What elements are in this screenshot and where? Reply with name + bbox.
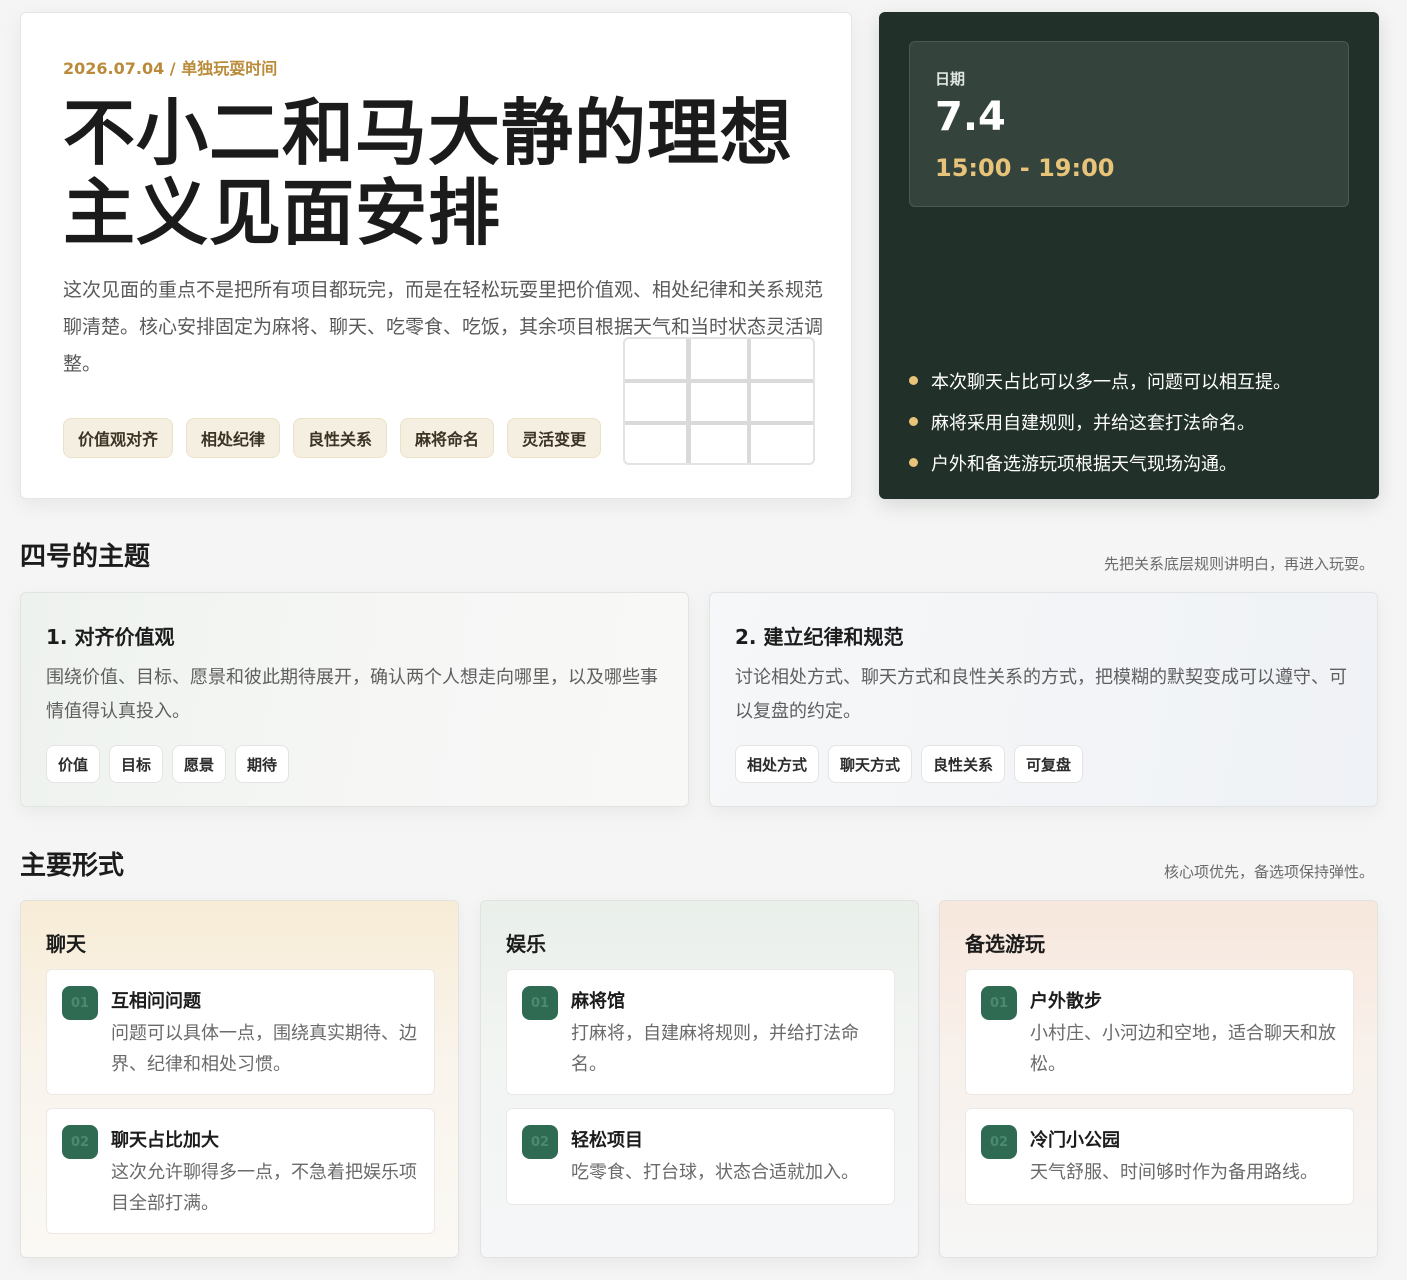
theme-description: 围绕价值、目标、愿景和彼此期待展开，确认两个人想走向哪里，以及哪些事情值得认真投… bbox=[46, 667, 658, 722]
note-text: 户外和备选游玩项根据天气现场沟通。 bbox=[931, 453, 1237, 475]
hero-tags: 价值观对齐 相处纪律 良性关系 麻将命名 灵活变更 bbox=[63, 418, 602, 458]
tag-discipline: 相处纪律 bbox=[186, 418, 281, 458]
number-badge: 01 bbox=[62, 986, 98, 1020]
column-title: 聊天 bbox=[46, 932, 86, 956]
number-badge: 02 bbox=[981, 1125, 1017, 1159]
tag-interaction-style: 相处方式 bbox=[735, 745, 820, 783]
tag-healthy-relationship: 良性关系 bbox=[293, 418, 388, 458]
item-title: 互相问问题 bbox=[111, 991, 201, 1012]
date-box: 日期 7.4 15:00 - 19:00 bbox=[909, 41, 1349, 207]
item-description: 小村庄、小河边和空地，适合聊天和放松。 bbox=[1030, 1023, 1336, 1075]
item-description: 问题可以具体一点，围绕真实期待、边界、纪律和相处习惯。 bbox=[111, 1023, 417, 1075]
forms-subheading: 核心项优先，备选项保持弹性。 bbox=[1163, 863, 1374, 881]
number-badge: 01 bbox=[981, 986, 1017, 1020]
tag-healthy-relationship: 良性关系 bbox=[921, 745, 1006, 783]
list-item: 02 轻松项目 吃零食、打台球，状态合适就加入。 bbox=[506, 1108, 895, 1205]
tag-goal: 目标 bbox=[109, 745, 164, 783]
theme-card-values: 1. 对齐价值观 围绕价值、目标、愿景和彼此期待展开，确认两个人想走向哪里，以及… bbox=[20, 592, 689, 807]
form-column-entertainment: 娱乐 01 麻将馆 打麻将，自建麻将规则，并给打法命名。 02 轻松项目 吃零食… bbox=[480, 900, 919, 1258]
note-item: 本次聊天占比可以多一点，问题可以相互提。 bbox=[909, 360, 1291, 401]
bullet-dot-icon bbox=[909, 458, 918, 467]
item-description: 吃零食、打台球，状态合适就加入。 bbox=[571, 1162, 859, 1183]
bullet-dot-icon bbox=[909, 417, 918, 426]
time-range: 15:00 - 19:00 bbox=[935, 154, 1115, 182]
theme-title: 2. 建立纪律和规范 bbox=[735, 625, 904, 649]
tag-expectation: 期待 bbox=[235, 745, 290, 783]
column-title: 备选游玩 bbox=[965, 932, 1045, 956]
tag-reviewable: 可复盘 bbox=[1014, 745, 1084, 783]
schedule-notes: 本次聊天占比可以多一点，问题可以相互提。 麻将采用自建规则，并给这套打法命名。 … bbox=[909, 360, 1291, 483]
item-description: 打麻将，自建麻将规则，并给打法命名。 bbox=[571, 1023, 859, 1075]
column-title: 娱乐 bbox=[506, 932, 546, 956]
item-title: 冷门小公园 bbox=[1030, 1130, 1120, 1151]
item-title: 轻松项目 bbox=[571, 1130, 643, 1151]
list-item: 02 冷门小公园 天气舒服、时间够时作为备用路线。 bbox=[965, 1108, 1354, 1205]
form-column-optional: 备选游玩 01 户外散步 小村庄、小河边和空地，适合聊天和放松。 02 冷门小公… bbox=[939, 900, 1378, 1258]
forms-heading: 主要形式 bbox=[20, 851, 125, 881]
themes-subheading: 先把关系底层规则讲明白，再进入玩耍。 bbox=[1103, 555, 1374, 573]
item-title: 户外散步 bbox=[1030, 991, 1102, 1012]
note-text: 麻将采用自建规则，并给这套打法命名。 bbox=[931, 412, 1255, 434]
tag-value: 价值 bbox=[46, 745, 101, 783]
theme-description: 讨论相处方式、聊天方式和良性关系的方式，把模糊的默契变成可以遵守、可以复盘的约定… bbox=[735, 667, 1347, 722]
note-item: 户外和备选游玩项根据天气现场沟通。 bbox=[909, 442, 1291, 483]
theme-card-discipline: 2. 建立纪律和规范 讨论相处方式、聊天方式和良性关系的方式，把模糊的默契变成可… bbox=[709, 592, 1378, 807]
date-value: 7.4 bbox=[935, 94, 1006, 140]
theme-title: 1. 对齐价值观 bbox=[46, 625, 175, 649]
themes-heading: 四号的主题 bbox=[20, 542, 151, 572]
tag-mahjong-naming: 麻将命名 bbox=[400, 418, 495, 458]
list-item: 02 聊天占比加大 这次允许聊得多一点，不急着把娱乐项目全部打满。 bbox=[46, 1108, 435, 1234]
theme-tags: 相处方式 聊天方式 良性关系 可复盘 bbox=[735, 745, 1084, 783]
list-item: 01 麻将馆 打麻将，自建麻将规则，并给打法命名。 bbox=[506, 969, 895, 1095]
number-badge: 02 bbox=[62, 1125, 98, 1159]
bullet-dot-icon bbox=[909, 376, 918, 385]
item-description: 这次允许聊得多一点，不急着把娱乐项目全部打满。 bbox=[111, 1162, 417, 1214]
page-title: 不小二和马大静的理想主义见面安排 bbox=[63, 91, 794, 255]
list-item: 01 互相问问题 问题可以具体一点，围绕真实期待、边界、纪律和相处习惯。 bbox=[46, 969, 435, 1095]
date-label: 日期 bbox=[935, 70, 966, 88]
tag-vision: 愿景 bbox=[172, 745, 227, 783]
theme-tags: 价值 目标 愿景 期待 bbox=[46, 745, 290, 783]
tag-flexible-change: 灵活变更 bbox=[507, 418, 602, 458]
schedule-panel: 日期 7.4 15:00 - 19:00 本次聊天占比可以多一点，问题可以相互提… bbox=[879, 12, 1379, 499]
item-title: 麻将馆 bbox=[571, 991, 625, 1012]
item-description: 天气舒服、时间够时作为备用路线。 bbox=[1030, 1162, 1318, 1183]
form-column-chat: 聊天 01 互相问问题 问题可以具体一点，围绕真实期待、边界、纪律和相处习惯。 … bbox=[20, 900, 459, 1258]
tag-values: 价值观对齐 bbox=[63, 418, 174, 458]
grid-decoration bbox=[623, 337, 815, 465]
hero-eyebrow: 2026.07.04 / 单独玩耍时间 bbox=[63, 59, 278, 78]
tag-chat-style: 聊天方式 bbox=[828, 745, 913, 783]
number-badge: 02 bbox=[522, 1125, 558, 1159]
number-badge: 01 bbox=[522, 986, 558, 1020]
hero-card: 2026.07.04 / 单独玩耍时间 不小二和马大静的理想主义见面安排 这次见… bbox=[20, 12, 852, 499]
note-text: 本次聊天占比可以多一点，问题可以相互提。 bbox=[931, 371, 1291, 393]
list-item: 01 户外散步 小村庄、小河边和空地，适合聊天和放松。 bbox=[965, 969, 1354, 1095]
item-title: 聊天占比加大 bbox=[111, 1130, 219, 1151]
note-item: 麻将采用自建规则，并给这套打法命名。 bbox=[909, 401, 1291, 442]
